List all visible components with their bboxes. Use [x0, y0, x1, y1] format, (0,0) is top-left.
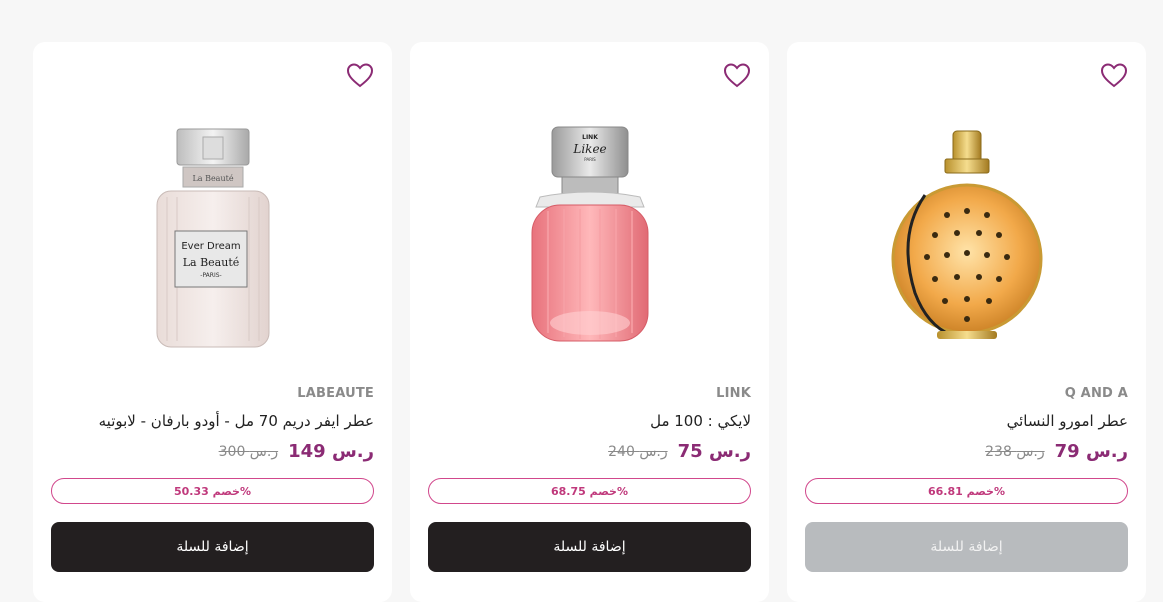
- price-row: 75 ر.س 240 ر.س: [428, 441, 751, 462]
- add-to-cart-button[interactable]: إضافة للسلة: [428, 522, 751, 572]
- perfume-bottle-image: LINK Likee PARIS: [531, 126, 648, 342]
- original-price: 240 ر.س: [608, 443, 668, 460]
- product-title[interactable]: لايكي : 100 مل: [428, 412, 751, 430]
- current-price: 149 ر.س: [288, 441, 374, 462]
- discount-badge: خصم 68.75%: [428, 478, 751, 504]
- product-title[interactable]: عطر ايفر دريم 70 مل - أودو بارفان - لابو…: [51, 412, 374, 430]
- price-row: 149 ر.س 300 ر.س: [51, 441, 374, 462]
- current-price: 75 ر.س: [677, 441, 751, 462]
- cap-label-line: PARIS: [584, 157, 596, 162]
- product-card[interactable]: LINK Likee PARIS LINK لايكي : 100 مل 75 …: [410, 42, 769, 602]
- cap-label-line: Likee: [572, 142, 606, 156]
- bottle-label-line: -PARIS-: [200, 272, 221, 279]
- product-image[interactable]: LINK Likee PARIS: [410, 120, 769, 360]
- original-price: 300 ر.س: [218, 443, 279, 460]
- perfume-bottle-image: [891, 130, 1042, 339]
- original-price: 238 ر.س: [985, 443, 1045, 460]
- wishlist-heart-icon[interactable]: [723, 62, 751, 88]
- bottle-label-line: La Beauté: [182, 256, 239, 269]
- perfume-bottle-image: La Beauté Ever Dream La Beauté -PARIS-: [156, 128, 269, 348]
- wishlist-heart-icon[interactable]: [1100, 62, 1128, 88]
- product-title[interactable]: عطر امورو النسائي: [805, 412, 1128, 430]
- cap-label-line: LINK: [582, 134, 598, 141]
- cap-label-text: La Beauté: [192, 174, 233, 183]
- product-brand[interactable]: LINK: [716, 386, 751, 401]
- product-image[interactable]: La Beauté Ever Dream La Beauté -PARIS-: [33, 120, 392, 360]
- product-brand[interactable]: LABEAUTE: [297, 386, 374, 401]
- discount-badge: خصم 50.33%: [51, 478, 374, 504]
- product-image[interactable]: [787, 120, 1146, 360]
- add-to-cart-button[interactable]: إضافة للسلة: [51, 522, 374, 572]
- add-to-cart-button[interactable]: إضافة للسلة: [805, 522, 1128, 572]
- product-brand[interactable]: Q AND A: [1065, 386, 1128, 401]
- price-row: 79 ر.س 238 ر.س: [805, 441, 1128, 462]
- current-price: 79 ر.س: [1054, 441, 1128, 462]
- discount-badge: خصم 66.81%: [805, 478, 1128, 504]
- product-card[interactable]: La Beauté Ever Dream La Beauté -PARIS- L…: [33, 42, 392, 602]
- bottle-label-line: Ever Dream: [181, 241, 240, 252]
- product-card[interactable]: Q AND A عطر امورو النسائي 79 ر.س 238 ر.س…: [787, 42, 1146, 602]
- wishlist-heart-icon[interactable]: [346, 62, 374, 88]
- product-grid: La Beauté Ever Dream La Beauté -PARIS- L…: [0, 0, 1163, 602]
